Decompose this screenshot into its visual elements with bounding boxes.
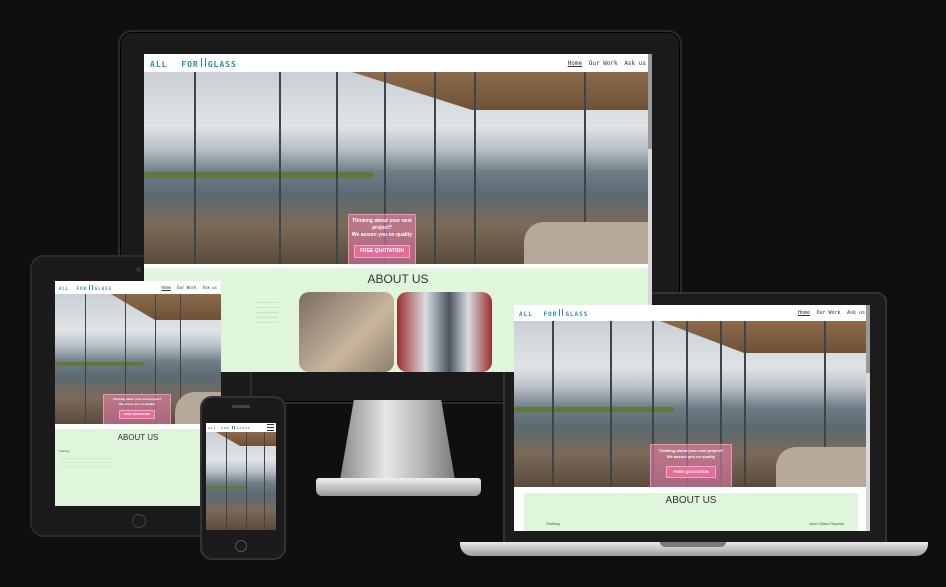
- free-quotation-button[interactable]: FREE QUOTATION: [118, 410, 156, 419]
- navbar: ALL FOR GLASS Home Our Work Ask us: [55, 281, 221, 294]
- hero-sofa: [524, 222, 652, 264]
- about-photo-door: [397, 292, 492, 372]
- about-starting-heading: Starting: [546, 521, 560, 526]
- window-frame: [194, 72, 196, 264]
- hero-image: [206, 432, 276, 530]
- hero-headline: Thinking about your next project?: [352, 218, 412, 231]
- hero-ceiling: [111, 294, 221, 320]
- nav-our-work-link[interactable]: Our Work: [177, 285, 196, 290]
- about-title: ABOUT US: [665, 495, 717, 506]
- window-frame: [85, 294, 86, 424]
- logo-glass-icon: [231, 425, 235, 429]
- hero-cta-box: Thinking about your next project? We ass…: [348, 214, 416, 264]
- logo-word-glass: GLASS: [207, 59, 237, 69]
- logo-word-for: FOR: [181, 59, 199, 69]
- site-logo[interactable]: ALL FOR GLASS: [519, 308, 589, 318]
- nav-home-link[interactable]: Home: [798, 310, 810, 316]
- about-body-text: — — — — — — — — — — — — — — — — — — — — —…: [61, 458, 112, 468]
- laptop-notch: [660, 542, 726, 547]
- window-frame: [744, 321, 746, 487]
- logo-word-all: ALL: [519, 310, 533, 318]
- nav-links: Home Our Work Ask us: [563, 60, 646, 67]
- hero-image: Thinking about your next project? We ass…: [55, 294, 221, 424]
- logo-word-glass: GLASS: [94, 285, 112, 291]
- free-quotation-button[interactable]: FREE QUOTATION: [354, 245, 410, 258]
- laptop-screen: ALL FOR GLASS Home Our Work Ask us Thinki…: [514, 305, 870, 531]
- about-body-text: — — — — — — — — — — — — — — — — — — — — — —…: [256, 300, 279, 324]
- logo-word-all: ALL: [59, 285, 70, 291]
- monitor-stand: [340, 400, 455, 480]
- logo-word-for: FOR: [543, 310, 558, 318]
- hero-cta-box: Thinking about your next project? We ass…: [103, 394, 171, 424]
- window-frame: [552, 321, 554, 487]
- hero-image: Thinking about your next project? We ass…: [144, 72, 652, 264]
- about-section: ABOUT US Starting — — — — — — — — — — — …: [55, 429, 221, 506]
- tablet-screen: ALL FOR GLASS Home Our Work Ask us Thinki…: [55, 281, 221, 506]
- navbar: ALL FOR GLASS Home Our Work Ask us: [514, 305, 870, 321]
- navbar: ALL FOR GLASS Home Our Work Ask us: [144, 54, 652, 72]
- hero-treeline: [55, 362, 145, 366]
- logo-glass-icon: [200, 57, 206, 67]
- nav-ask-us-link[interactable]: Ask us: [624, 60, 646, 67]
- navbar: ALL FOR GLASS: [206, 423, 276, 432]
- hamburger-menu-icon[interactable]: [267, 424, 274, 431]
- hero-ceiling: [660, 321, 870, 353]
- about-starting-heading: Starting: [59, 449, 70, 453]
- window-frame: [434, 72, 436, 264]
- logo-word-for: FOR: [221, 425, 230, 430]
- nav-our-work-link[interactable]: Our Work: [816, 310, 840, 316]
- nav-ask-us-link[interactable]: Ask us: [847, 310, 865, 316]
- hero-ceiling: [352, 72, 652, 110]
- phone-speaker: [232, 405, 250, 408]
- about-auto-glass-heading: Auto Glass Repairs: [809, 521, 844, 526]
- hero-treeline: [514, 407, 674, 412]
- laptop-scrollbar[interactable]: [866, 305, 870, 531]
- logo-word-glass: GLASS: [565, 310, 589, 318]
- window-frame: [610, 321, 612, 487]
- phone-home-button: [235, 540, 247, 552]
- logo-word-for: FOR: [76, 285, 87, 291]
- about-section: ABOUT US Starting Auto Glass Repairs: [524, 493, 858, 531]
- nav-links: Home Our Work Ask us: [156, 285, 217, 290]
- about-title: ABOUT US: [117, 433, 159, 442]
- site-logo[interactable]: ALL FOR GLASS: [208, 425, 251, 430]
- tablet-home-button: [132, 514, 146, 528]
- hero-sofa: [776, 447, 870, 487]
- logo-glass-icon: [88, 284, 93, 290]
- tablet-camera-icon: [136, 267, 141, 272]
- window-frame: [226, 432, 227, 530]
- window-frame: [264, 432, 265, 530]
- logo-glass-icon: [559, 308, 564, 316]
- window-frame: [336, 72, 338, 264]
- hero-image: Thinking about your next project? We ass…: [514, 321, 870, 487]
- site-logo[interactable]: ALL FOR GLASS: [59, 284, 112, 291]
- logo-word-glass: GLASS: [236, 425, 251, 430]
- phone-screen: ALL FOR GLASS: [206, 423, 276, 530]
- nav-links: Home Our Work Ask us: [793, 310, 865, 316]
- window-frame: [279, 72, 281, 264]
- nav-our-work-link[interactable]: Our Work: [589, 60, 618, 67]
- about-photo-hands: [299, 292, 394, 372]
- hero-subheadline: We assure you on quality: [118, 402, 156, 406]
- window-frame: [474, 72, 476, 264]
- hero-subheadline: We assure you on quality: [351, 232, 413, 238]
- site-logo[interactable]: ALL FOR GLASS: [150, 57, 237, 69]
- hero-subheadline: We assure you on quality: [666, 454, 716, 459]
- hero-cta-box: Thinking about your next project? We ass…: [650, 444, 732, 487]
- free-quotation-button[interactable]: FREE QUOTATION: [666, 466, 716, 478]
- nav-ask-us-link[interactable]: Ask us: [203, 285, 217, 290]
- nav-home-link[interactable]: Home: [161, 285, 171, 290]
- hero-treeline: [144, 172, 374, 178]
- logo-word-all: ALL: [208, 425, 217, 430]
- nav-home-link[interactable]: Home: [568, 60, 582, 67]
- monitor-stand-base: [316, 478, 481, 496]
- window-frame: [246, 432, 247, 530]
- logo-word-all: ALL: [150, 59, 168, 69]
